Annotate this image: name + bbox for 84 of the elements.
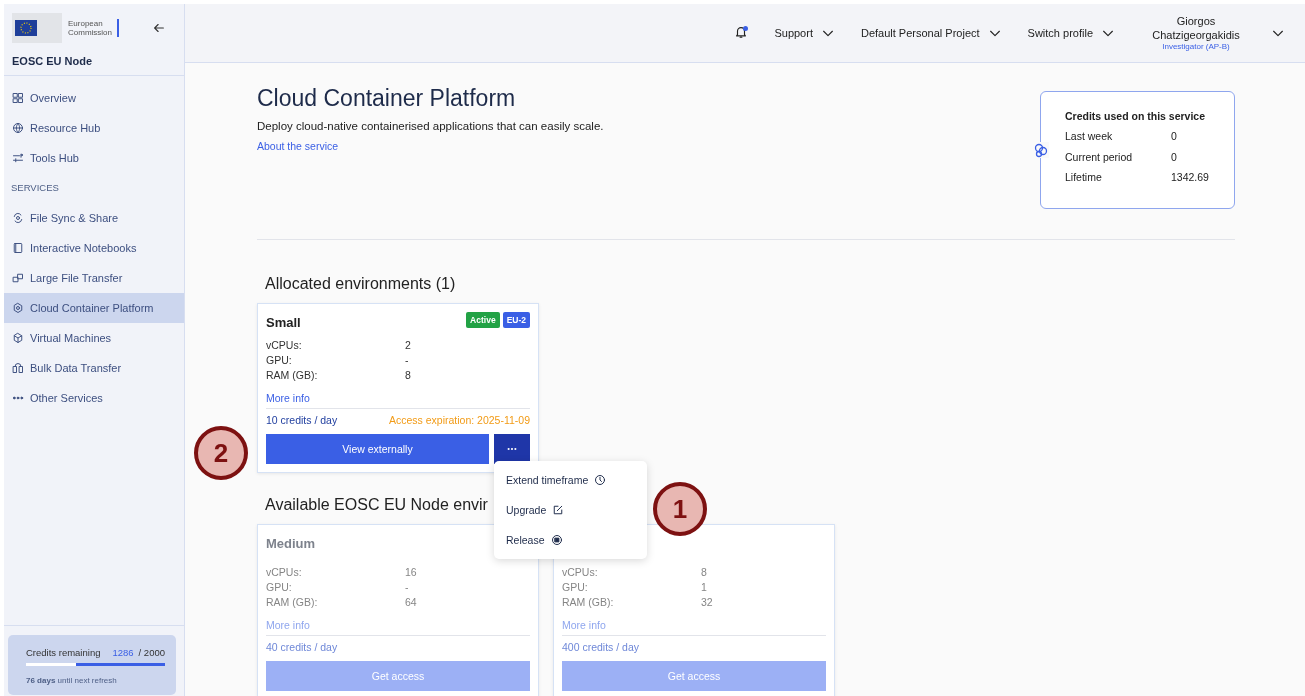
grid-icon [12,92,24,104]
spec-label: vCPUs: [266,338,303,353]
sidebar-item[interactable]: Overview [4,83,184,113]
menu-item[interactable]: Extend timeframe [494,465,647,495]
environment-title: Small [266,315,301,330]
edit-icon [552,504,565,516]
spec-label: RAM (GB): [266,595,319,610]
page-title: Cloud Container Platform [257,84,516,113]
credits-label: Credits remaining [26,647,101,658]
about-link[interactable]: About the service [257,140,339,152]
stop-circle-icon [550,534,563,546]
sidebar-item[interactable]: Virtual Machines [4,323,184,353]
back-arrow-icon [152,21,166,35]
user-name: Giorgos Chatzigeorgakidis [1151,14,1241,42]
usage-value: 1342.69 [1171,171,1209,185]
status-badge: Active [466,312,500,328]
notification-bell-icon[interactable] [734,25,749,41]
section-heading: Allocated environments (1) [265,274,456,294]
more-actions-button[interactable] [494,434,530,464]
hexagon-icon [12,302,24,314]
usage-label: Lifetime [1065,171,1103,185]
card-title: Credits used on this service [1065,110,1206,122]
user-role: Investigator (AP-B) [1162,42,1230,52]
globe-icon [12,122,24,134]
usage-label: Current period [1065,150,1134,165]
more-info-link[interactable]: More info [266,391,310,405]
callout-marker: 2 [194,426,248,480]
logo-icon [12,13,62,43]
server-icon [12,362,24,374]
menu-dropdown[interactable]: Support [774,26,835,40]
usage-value: 0 [1171,150,1177,165]
spec-label: GPU: [266,580,293,595]
spec-value: 32 [701,595,713,610]
sidebar-item[interactable]: Interactive Notebooks [4,233,184,263]
menu-item[interactable]: Upgrade [494,495,647,525]
page-description: Deploy cloud-native containerised applications that can easily scale. [257,120,604,132]
spec-value: 64 [405,595,417,610]
logo-text: European Commission [68,19,119,37]
sidebar-item[interactable]: Other Services [4,383,184,413]
spec-label: GPU: [266,353,293,368]
spec-value: 8 [405,368,411,383]
refresh-note: 76 days until next refresh [26,676,117,685]
callout-marker: 1 [653,482,707,536]
spec-value: 16 [405,565,417,580]
spec-label: GPU: [562,580,589,595]
environment-title: Medium [266,536,316,551]
spec-value: 2 [405,338,411,353]
spec-label: vCPUs: [562,565,599,580]
credits-per-day: 10 credits / day [266,413,338,427]
credits-remaining: 1286 [112,647,134,658]
spec-value: 1 [701,580,707,595]
sidebar-item[interactable]: Resource Hub [4,113,184,143]
credits-per-day: 400 credits / day [562,640,640,654]
spec-label: RAM (GB): [562,595,615,610]
spec-value: - [405,353,409,368]
sliders-icon [12,152,24,164]
node-title: EOSC EU Node [12,55,93,67]
sidebar-item[interactable]: Large File Transfer [4,263,184,293]
section-label: SERVICES [10,181,60,195]
sidebar-item[interactable]: Bulk Data Transfer [4,353,184,383]
menu-dropdown[interactable]: Default Personal Project [860,26,1002,40]
clock-icon [594,474,607,486]
sidebar-item[interactable]: Cloud Container Platform [4,293,184,323]
sync-icon [12,212,24,224]
bell-shape-icon [734,25,749,39]
credits-total: / 2000 [138,647,165,658]
notebook-icon [12,242,24,254]
usage-value: 0 [1171,130,1177,144]
sidebar-item[interactable]: File Sync & Share [4,203,184,233]
status-badge: EU-2 [502,312,530,328]
spec-value: - [405,580,409,595]
section-heading: Available EOSC EU Node envir [265,495,488,515]
squares-icon [12,272,24,284]
access-expiration: Access expiration: 2025-11-09 [388,413,530,427]
sidebar-item[interactable]: Tools Hub [4,143,184,173]
spec-value: 8 [701,565,707,580]
view-externally-button[interactable]: View externally [266,434,489,464]
menu-dropdown[interactable]: Switch profile [1027,26,1115,40]
spec-label: vCPUs: [266,565,303,580]
spec-label: RAM (GB): [266,368,319,383]
usage-label: Last week [1065,130,1114,144]
menu-item[interactable]: Release [494,525,647,555]
cube-icon [12,332,24,344]
credits-per-day: 40 credits / day [266,640,338,654]
